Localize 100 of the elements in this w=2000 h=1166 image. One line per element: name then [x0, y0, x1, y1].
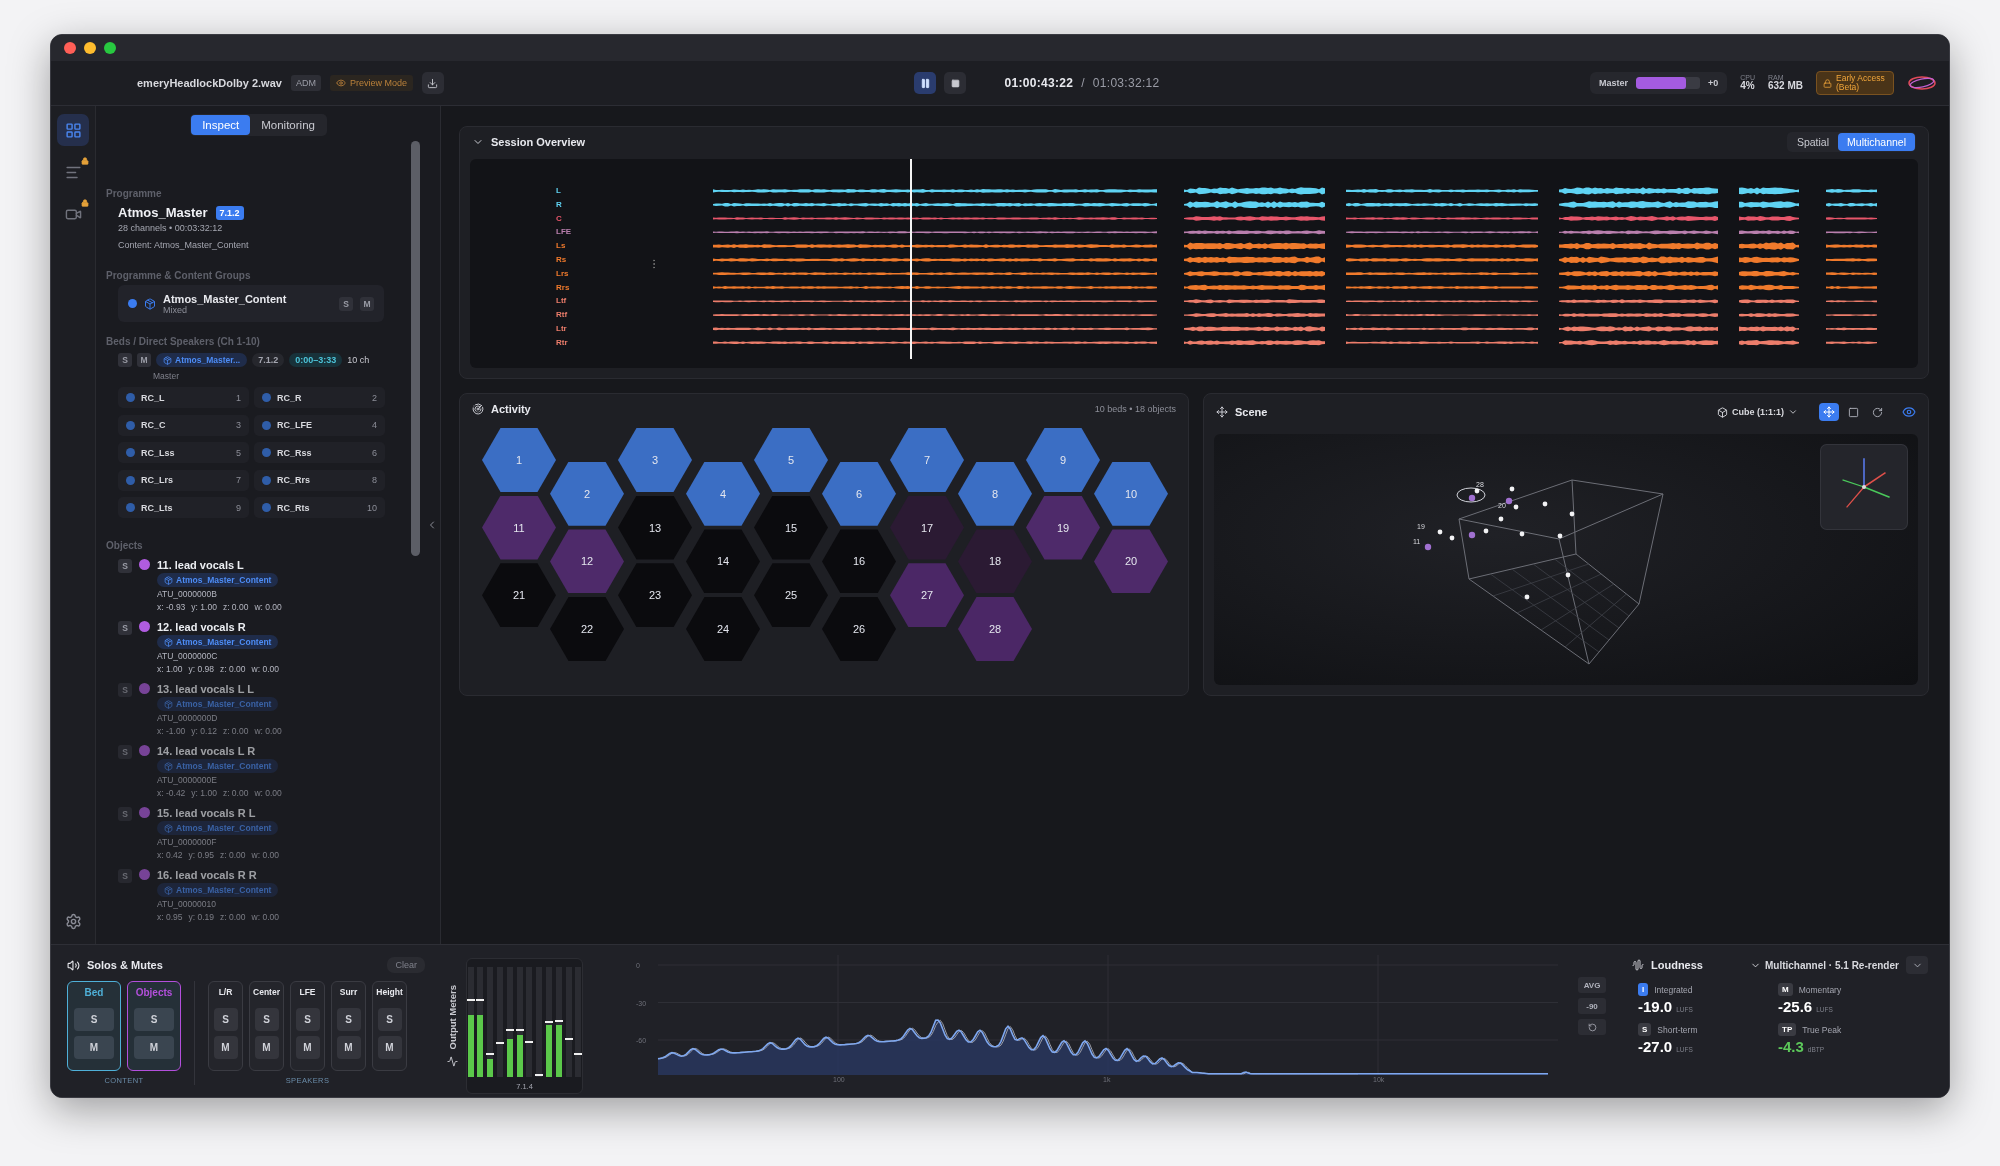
- channel-hex[interactable]: 3: [618, 428, 692, 492]
- visibility-button[interactable]: [1902, 405, 1916, 419]
- channel-hex[interactable]: 28: [958, 597, 1032, 661]
- channel-hex[interactable]: 16: [822, 529, 896, 594]
- channel-hex[interactable]: 14: [686, 529, 760, 594]
- view-tab[interactable]: Multichannel: [1838, 133, 1915, 151]
- channel-hex[interactable]: 26: [822, 597, 896, 661]
- move-tool-button[interactable]: [1819, 403, 1839, 421]
- channel-hex[interactable]: 24: [686, 597, 760, 661]
- solo-button[interactable]: S: [213, 1008, 238, 1031]
- channel-item[interactable]: RC_Rts 10: [254, 497, 385, 518]
- clear-button[interactable]: Clear: [387, 957, 425, 973]
- solo-button[interactable]: S: [336, 1008, 361, 1031]
- channel-hex[interactable]: 17: [890, 495, 964, 560]
- reading-badge[interactable]: M: [1778, 983, 1793, 996]
- channel-item[interactable]: RC_Rrs 8: [254, 469, 385, 491]
- reading-badge[interactable]: TP: [1778, 1023, 1797, 1036]
- channel-hex[interactable]: 8: [958, 461, 1032, 526]
- section-heading: Programme & Content Groups: [106, 270, 252, 281]
- solo-button[interactable]: S: [339, 296, 353, 311]
- channel-hex[interactable]: 7: [890, 428, 964, 492]
- object-title[interactable]: 15. lead vocals R L: [157, 807, 279, 820]
- scrollbar[interactable]: [411, 141, 421, 556]
- mute-button[interactable]: M: [295, 1036, 320, 1059]
- channel-hex[interactable]: 1: [482, 428, 556, 492]
- reset-button[interactable]: [1578, 1019, 1606, 1035]
- channel-hex[interactable]: 13: [618, 495, 692, 560]
- solo-button[interactable]: S: [118, 353, 132, 367]
- channel-hex[interactable]: 22: [550, 597, 624, 661]
- panel-tab[interactable]: Monitoring: [250, 115, 326, 135]
- channel-hex[interactable]: 25: [754, 563, 828, 628]
- channel-item[interactable]: RC_Lrs 7: [118, 469, 249, 491]
- programme-name: Atmos_Master: [118, 205, 208, 220]
- channel-hex[interactable]: 4: [686, 461, 760, 526]
- channel-item[interactable]: RC_L 1: [118, 387, 249, 408]
- mute-button[interactable]: M: [213, 1036, 238, 1059]
- group-chip[interactable]: Atmos_Master_Content: [157, 635, 279, 649]
- mute-button[interactable]: M: [360, 296, 374, 311]
- close-button[interactable]: [64, 42, 76, 54]
- channel-hex[interactable]: 5: [754, 428, 828, 492]
- channel-item[interactable]: RC_Lts 9: [118, 497, 249, 518]
- channel-hex[interactable]: 12: [550, 529, 624, 594]
- maximize-button[interactable]: [104, 42, 116, 54]
- group-chip[interactable]: Atmos_Master...: [156, 353, 248, 367]
- group-chip[interactable]: Atmos_Master_Content: [157, 573, 279, 587]
- channel-hex[interactable]: 11: [482, 495, 556, 560]
- axis-gizmo[interactable]: [1820, 444, 1908, 530]
- channel-hex[interactable]: 18: [958, 529, 1032, 594]
- channel-item[interactable]: RC_Lss 5: [118, 442, 249, 463]
- settings-button[interactable]: [64, 913, 82, 930]
- mute-button[interactable]: M: [134, 1036, 174, 1059]
- solo-button[interactable]: S: [295, 1008, 320, 1031]
- channel-hex[interactable]: 20: [1094, 529, 1168, 594]
- object-title[interactable]: 16. lead vocals R R: [157, 869, 279, 882]
- mute-button[interactable]: M: [336, 1036, 361, 1059]
- stop-button[interactable]: [944, 72, 967, 94]
- panel-tab[interactable]: Inspect: [191, 115, 251, 135]
- preview-mode-badge[interactable]: Preview Mode: [329, 75, 413, 91]
- view-dropdown[interactable]: Cube (1:1:1): [1717, 406, 1798, 418]
- waveform-icon: [1632, 959, 1644, 971]
- minimize-button[interactable]: [84, 42, 96, 54]
- solo-button[interactable]: S: [254, 1008, 279, 1031]
- spectrum-control-button[interactable]: -90: [1578, 998, 1606, 1014]
- channel-item[interactable]: RC_LFE 4: [254, 414, 385, 436]
- object-title[interactable]: 11. lead vocals L: [157, 559, 282, 572]
- object-title[interactable]: 12. lead vocals R: [157, 621, 279, 634]
- solo-button[interactable]: S: [74, 1008, 114, 1031]
- channel-item[interactable]: RC_Rss 6: [254, 442, 385, 463]
- view-tab[interactable]: Spatial: [1787, 133, 1839, 151]
- object-coordinate: z: 0.00: [220, 849, 246, 861]
- channel-hex[interactable]: 9: [1026, 428, 1100, 492]
- channel-hex[interactable]: 10: [1094, 461, 1168, 526]
- solo-button[interactable]: S: [377, 1008, 402, 1031]
- object-title[interactable]: 14. lead vocals L R: [157, 745, 282, 758]
- solo-button[interactable]: S: [134, 1008, 174, 1031]
- mute-button[interactable]: M: [74, 1036, 114, 1059]
- mute-button[interactable]: M: [137, 353, 151, 367]
- channel-hex[interactable]: 6: [822, 461, 896, 526]
- channel-hex[interactable]: 21: [482, 563, 556, 628]
- reading-badge[interactable]: I: [1638, 983, 1649, 996]
- reading-label: Momentary: [1798, 984, 1842, 995]
- channel-hex[interactable]: 2: [550, 461, 624, 526]
- solo-button[interactable]: S: [118, 621, 132, 635]
- channel-hex[interactable]: 19: [1026, 495, 1100, 560]
- mute-button[interactable]: M: [254, 1036, 279, 1059]
- channel-hex[interactable]: 15: [754, 495, 828, 560]
- channel-hex[interactable]: 23: [618, 563, 692, 628]
- pause-button[interactable]: [914, 72, 937, 94]
- solo-button[interactable]: S: [118, 559, 132, 573]
- content-group-card[interactable]: Atmos_Master_Content Mixed S M: [118, 285, 384, 322]
- mute-button[interactable]: M: [377, 1036, 402, 1059]
- render-mode-dropdown[interactable]: Multichannel · 5.1 Re-render: [1749, 959, 1899, 971]
- channel-item[interactable]: RC_R 2: [254, 387, 385, 408]
- spectrum-control-button[interactable]: AVG: [1578, 977, 1606, 993]
- channel-hex[interactable]: 27: [890, 563, 964, 628]
- reading-badge[interactable]: S: [1638, 1023, 1652, 1036]
- sidebar-nav-button[interactable]: [57, 114, 89, 146]
- export-button[interactable]: [421, 72, 444, 94]
- object-title[interactable]: 13. lead vocals L L: [157, 683, 282, 696]
- channel-item[interactable]: RC_C 3: [118, 414, 249, 436]
